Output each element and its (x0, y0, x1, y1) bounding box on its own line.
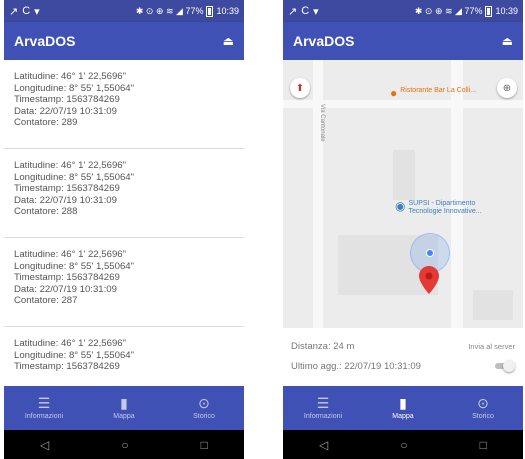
list-icon: ☰ (37, 395, 51, 411)
nav-mappa[interactable]: ▮ Mappa (84, 386, 164, 430)
status-time: 10:39 (216, 6, 239, 16)
recents-icon[interactable]: □ (480, 438, 487, 452)
status-icon: ↗ (9, 5, 19, 18)
battery-icon (206, 5, 214, 17)
longitude: Longitudine: 8° 55' 1,55064" (14, 82, 135, 94)
list-icon: ☰ (316, 395, 330, 411)
nav-label: Informazioni (303, 413, 343, 420)
nav-informazioni[interactable]: ☰ Informazioni (283, 386, 363, 430)
timestamp: Timestamp: 1563784269 (14, 94, 120, 105)
my-location-icon[interactable]: ⊕ (497, 78, 517, 98)
history-icon: ⊙ (198, 395, 210, 411)
counter: Contatore: 289 (14, 117, 78, 128)
map-building (473, 290, 513, 320)
status-time: 10:39 (495, 6, 518, 16)
place-pin-icon: ◉ (395, 199, 406, 213)
latitude: Latitudine: 46° 1' 22,5696" (14, 249, 127, 260)
current-location-dot (426, 249, 434, 257)
street-label: Via Cantonale (319, 104, 325, 142)
poi-label-line: Tecnologie Innovative... (408, 208, 482, 215)
home-icon[interactable]: ○ (121, 438, 128, 452)
battery-icon (485, 5, 493, 17)
back-icon[interactable]: ◁ (319, 438, 328, 452)
app-title: ArvaDOS (293, 33, 355, 49)
poi-label: Ristorante Bar La Colli... (400, 87, 477, 94)
status-icon: C (22, 5, 31, 17)
status-icon: ↗ (288, 5, 298, 18)
poi-label-line: SUPSI - Dipartimento (408, 200, 476, 207)
timestamp: Timestamp: 1563784269 (14, 272, 120, 283)
bottom-navigation: ☰ Informazioni ▮ Mappa ⊙ Storico (4, 386, 244, 430)
history-icon: ⊙ (477, 395, 489, 411)
counter: Contatore: 287 (14, 295, 78, 306)
poi-supsi[interactable]: ◉ SUPSI - Dipartimento Tecnologie Innova… (395, 200, 482, 216)
map-building (393, 150, 415, 200)
send-to-server-toggle[interactable] (493, 360, 515, 372)
eject-icon[interactable]: ⏏ (223, 34, 234, 48)
date: Data: 22/07/19 10:31:09 (14, 105, 117, 117)
nav-mappa[interactable]: ▮ Mappa (363, 386, 443, 430)
timestamp: Timestamp: 1563784269 (14, 361, 120, 372)
map-icon: ▮ (120, 395, 128, 411)
latitude: Latitudine: 46° 1' 22,5696" (14, 160, 127, 171)
status-bar: ↗ C ▾ ✱ ⊙ ⊕ ≋ ◢ 77% 10:39 (4, 0, 244, 22)
recents-icon[interactable]: □ (201, 438, 208, 452)
send-to-server-label: Invia al server (468, 341, 515, 351)
eject-icon[interactable]: ⏏ (502, 34, 513, 48)
list-item[interactable]: Latitudine: 46° 1' 22,5696" Longitudine:… (4, 238, 244, 327)
list-item[interactable]: Latitudine: 46° 1' 22,5696" Longitudine:… (4, 60, 244, 149)
status-icon: C (301, 5, 310, 17)
counter: Contatore: 288 (14, 206, 78, 217)
status-bar: ↗ C ▾ ✱ ⊙ ⊕ ≋ ◢ 77% 10:39 (283, 0, 523, 22)
status-left-icons: ↗ C ▾ (9, 5, 40, 18)
date: Data: 22/07/19 10:31:09 (14, 283, 117, 295)
records-list[interactable]: Latitudine: 46° 1' 22,5696" Longitudine:… (4, 60, 244, 386)
restaurant-pin-icon: ● (390, 86, 398, 100)
list-item[interactable]: Latitudine: 46° 1' 22,5696" Longitudine:… (4, 149, 244, 238)
poi-label: SUPSI - Dipartimento Tecnologie Innovati… (408, 200, 481, 216)
app-bar: ArvaDOS ⏏ (4, 22, 244, 60)
date: Data: 22/07/19 10:31:09 (14, 194, 117, 206)
status-indicators: ✱ ⊙ ⊕ ≋ ◢ 77% (414, 5, 483, 16)
system-navigation: ◁ ○ □ (283, 430, 523, 459)
system-navigation: ◁ ○ □ (4, 430, 244, 459)
nav-label: Storico (472, 413, 494, 420)
status-icon: ▾ (34, 5, 40, 18)
toggle-thumb (503, 360, 515, 372)
longitude: Longitudine: 8° 55' 1,55064" (14, 260, 135, 272)
back-icon[interactable]: ◁ (40, 438, 49, 452)
nav-label: Storico (193, 413, 215, 420)
last-update-text: Ultimo agg.: 22/07/19 10:31:09 (291, 360, 421, 372)
nav-label: Informazioni (24, 413, 64, 420)
app-bar: ArvaDOS ⏏ (283, 22, 523, 60)
map-icon: ▮ (399, 395, 407, 411)
longitude: Longitudine: 8° 55' 1,55064" (14, 171, 135, 183)
list-item[interactable]: Latitudine: 46° 1' 22,5696" Longitudine:… (4, 327, 244, 386)
nav-informazioni[interactable]: ☰ Informazioni (4, 386, 84, 430)
compass-icon[interactable]: ⬆ (290, 78, 310, 98)
location-marker-icon[interactable] (419, 266, 439, 294)
nav-label: Mappa (113, 413, 135, 420)
bottom-navigation: ☰ Informazioni ▮ Mappa ⊙ Storico (283, 386, 523, 430)
latitude: Latitudine: 46° 1' 22,5696" (14, 338, 127, 349)
phone-mappa: ↗ C ▾ ✱ ⊙ ⊕ ≋ ◢ 77% 10:39 ArvaDOS ⏏ Via … (283, 0, 523, 459)
longitude: Longitudine: 8° 55' 1,55064" (14, 349, 135, 361)
status-indicators: ✱ ⊙ ⊕ ≋ ◢ 77% (135, 5, 204, 16)
latitude: Latitudine: 46° 1' 22,5696" (14, 71, 127, 82)
app-title: ArvaDOS (14, 33, 76, 49)
map-view[interactable]: Via Cantonale ⬆ ⊕ ● Ristorante Bar La Co… (283, 60, 523, 328)
status-icon: ▾ (313, 5, 319, 18)
nav-storico[interactable]: ⊙ Storico (164, 386, 244, 430)
nav-label: Mappa (392, 413, 414, 420)
phone-informazioni: ↗ C ▾ ✱ ⊙ ⊕ ≋ ◢ 77% 10:39 ArvaDOS ⏏ Lati… (4, 0, 244, 459)
map-info-panel: Distanza: 24 m Invia al server Ultimo ag… (283, 328, 523, 386)
poi-restaurant[interactable]: ● Ristorante Bar La Colli... (390, 87, 476, 99)
timestamp: Timestamp: 1563784269 (14, 183, 120, 194)
distance-text: Distanza: 24 m (291, 340, 355, 352)
nav-storico[interactable]: ⊙ Storico (443, 386, 523, 430)
home-icon[interactable]: ○ (400, 438, 407, 452)
status-left-icons: ↗ C ▾ (288, 5, 319, 18)
